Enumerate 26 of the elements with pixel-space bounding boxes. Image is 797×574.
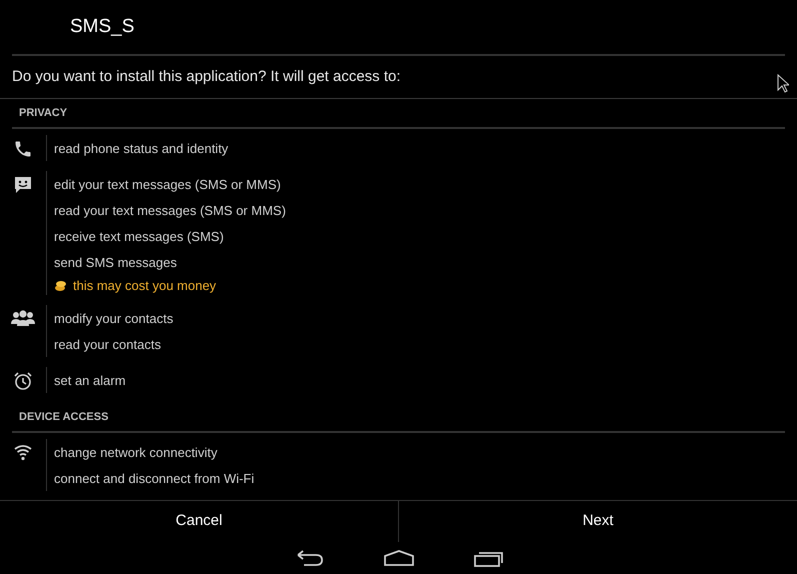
wifi-icon [13, 443, 33, 463]
permission-text: send SMS messages [54, 254, 178, 272]
dialog-title: SMS_S [70, 14, 134, 39]
permission-text: read your contacts [54, 336, 162, 354]
permission-text: receive text messages (SMS) [54, 228, 225, 246]
message-icon [13, 175, 33, 195]
cost-warning: this may cost you money [73, 276, 216, 295]
permission-text: connect and disconnect from Wi-Fi [54, 470, 254, 488]
phone-icon [13, 139, 33, 159]
section-heading: DEVICE ACCESS [19, 410, 108, 425]
permission-text: read your text messages (SMS or MMS) [54, 202, 286, 220]
home-icon[interactable] [384, 550, 414, 566]
coins-icon [54, 278, 67, 292]
cancel-button[interactable]: Cancel [0, 501, 398, 542]
recent-apps-icon[interactable] [474, 549, 504, 567]
permission-text: set an alarm [54, 372, 126, 390]
permission-text: modify your contacts [54, 310, 174, 328]
install-prompt: Do you want to install this application? It will get access to: [12, 66, 401, 87]
permission-text: edit your text messages (SMS or MMS) [54, 176, 282, 194]
permission-text: change network connectivity [54, 444, 218, 462]
people-icon [11, 309, 35, 327]
mouse-cursor-icon [777, 74, 789, 93]
alarm-clock-icon [13, 371, 33, 391]
permission-text: read phone status and identity [54, 140, 228, 158]
next-button[interactable]: Next [398, 501, 797, 542]
section-heading: PRIVACY [19, 106, 68, 121]
